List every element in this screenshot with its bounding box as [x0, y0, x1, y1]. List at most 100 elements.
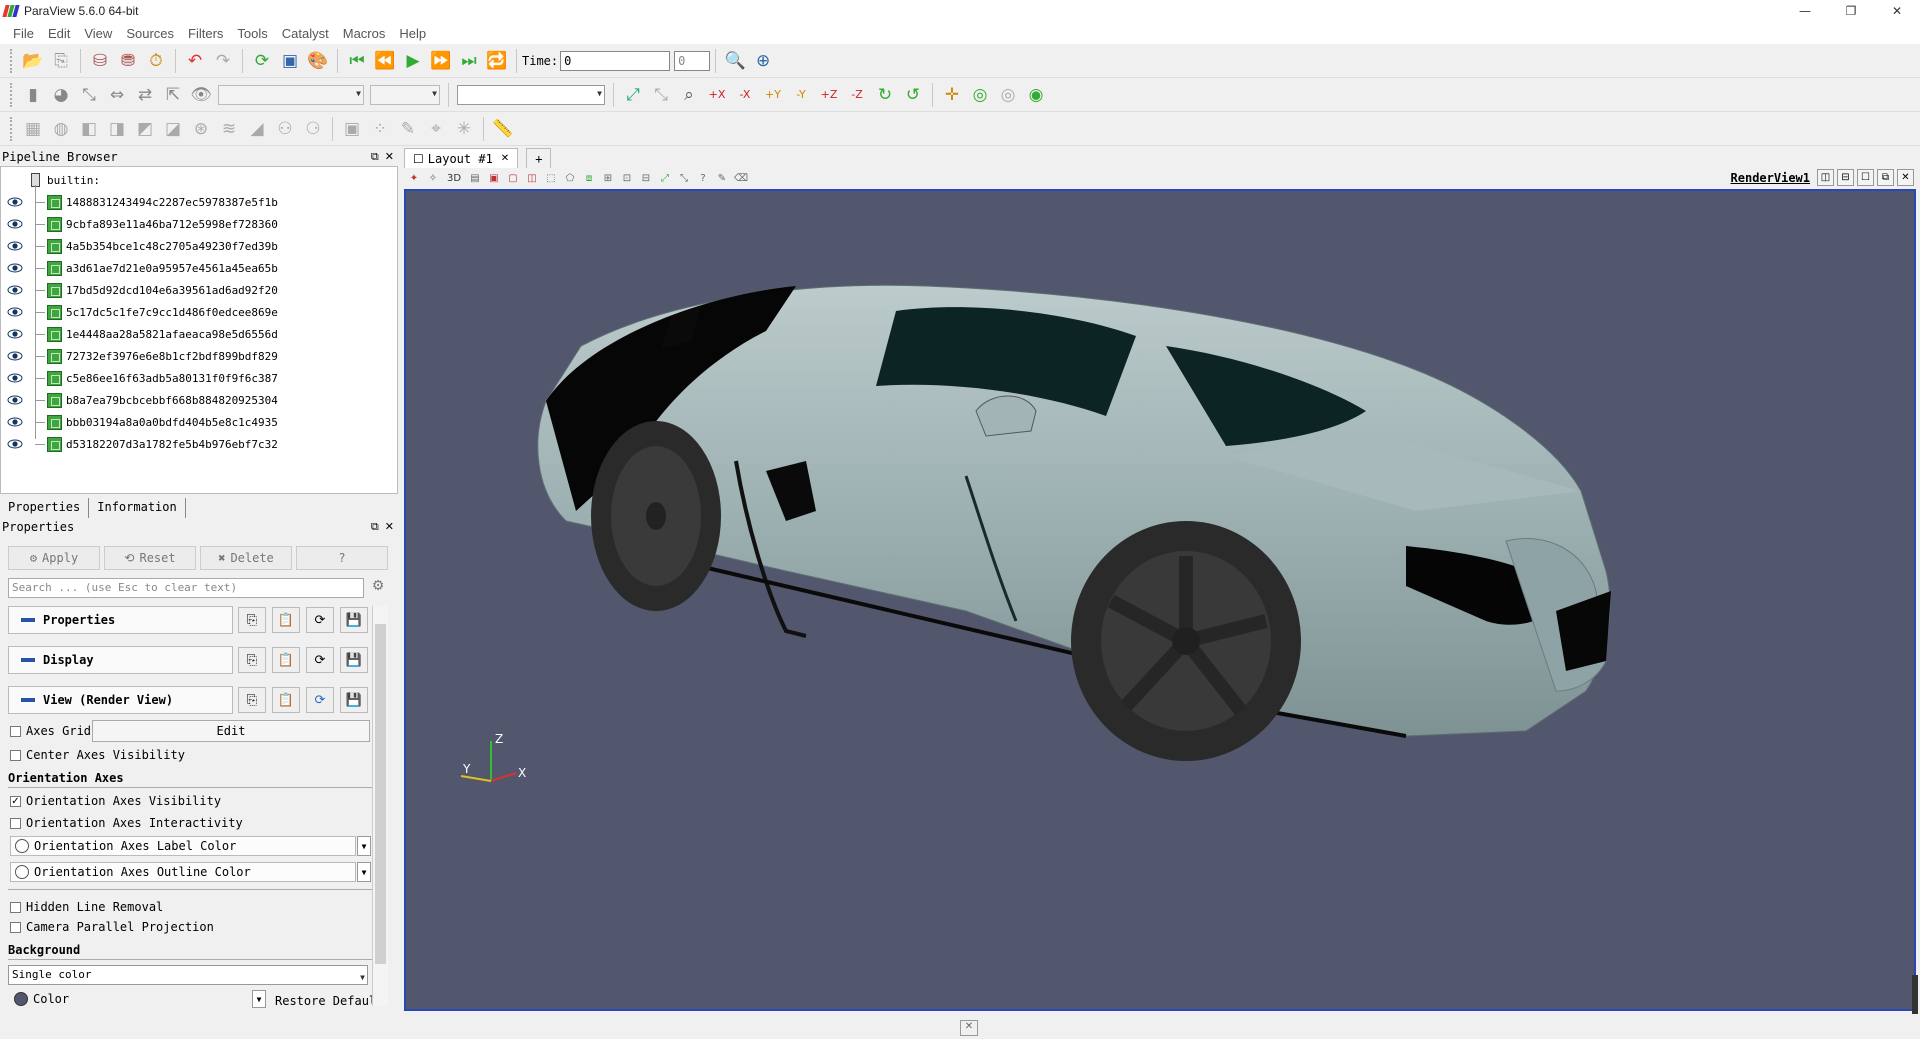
tree-item[interactable]: 17bd5d92dcd104e6a39561ad6ad92f20 [1, 279, 399, 301]
eye-visibility-icon[interactable] [7, 329, 23, 339]
previous-frame-icon[interactable]: ⏪ [371, 47, 399, 75]
eye-visibility-icon[interactable] [7, 439, 23, 449]
copy-icon[interactable]: ⎘ [238, 647, 266, 673]
color-map-icon[interactable]: ◕ [47, 81, 75, 109]
rescale-temporal-icon[interactable]: ⇄ [131, 81, 159, 109]
advanced-gear-icon[interactable]: ⚙ [368, 578, 388, 598]
copy-icon[interactable]: ⎘ [238, 687, 266, 713]
section-properties[interactable]: Properties [8, 606, 233, 634]
autoapply-icon[interactable]: ⏱ [142, 47, 170, 75]
slice-icon[interactable]: ◨ [103, 115, 131, 143]
reset-button[interactable]: ⟲ Reset [104, 546, 196, 570]
grow-selection-icon[interactable]: ⤢ [657, 171, 673, 187]
eye-visibility-icon[interactable] [7, 417, 23, 427]
view-plus-y-icon[interactable]: +Y [759, 81, 787, 109]
reset-center-icon[interactable]: ◎ [994, 81, 1022, 109]
menu-file[interactable]: File [6, 26, 41, 41]
view-minus-z-icon[interactable]: -Z [843, 81, 871, 109]
probe-icon[interactable]: ⌖ [422, 115, 450, 143]
last-frame-icon[interactable]: ⏭ [455, 47, 483, 75]
reload-icon[interactable]: ⟳ [306, 687, 334, 713]
tab-properties[interactable]: Properties [0, 498, 90, 518]
save-icon[interactable]: 💾 [340, 687, 368, 713]
tab-information[interactable]: Information [89, 498, 186, 518]
background-color-swatch-icon[interactable] [14, 992, 28, 1006]
threshold-icon[interactable]: ◩ [131, 115, 159, 143]
save-icon[interactable]: 💾 [340, 607, 368, 633]
mode-3d-toggle[interactable]: 3D [444, 171, 464, 187]
axes-grid-checkbox[interactable] [10, 726, 21, 737]
tree-item[interactable]: 1e4448aa28a5821afaeaca98e5d6556d [1, 323, 399, 345]
clip-icon[interactable]: ◧ [75, 115, 103, 143]
output-messages-icon[interactable]: ✕ [960, 1020, 978, 1036]
ruler-icon[interactable]: 📏 [489, 115, 517, 143]
extract-subset-icon[interactable]: ◪ [159, 115, 187, 143]
orientation-label-color-dropdown[interactable]: ▼ [357, 836, 371, 856]
view-minus-y-icon[interactable]: -Y [787, 81, 815, 109]
center-axes-checkbox[interactable] [10, 750, 21, 761]
tree-item[interactable]: 4a5b354bce1c48c2705a49230f7ed39b [1, 235, 399, 257]
maximize-icon[interactable]: ☐ [1857, 169, 1874, 186]
reload-icon[interactable]: ⟳ [306, 647, 334, 673]
play-icon[interactable]: ▶ [399, 47, 427, 75]
clear-selection-icon[interactable]: ⌫ [733, 171, 749, 187]
first-frame-icon[interactable]: ⏮ [343, 47, 371, 75]
close-panel-icon[interactable]: ✕ [385, 150, 394, 164]
camera-icon[interactable]: ▣ [276, 47, 304, 75]
view-plus-z-icon[interactable]: +Z [815, 81, 843, 109]
float-icon[interactable]: ⧉ [371, 520, 379, 534]
group-datasets-icon[interactable]: ⚇ [271, 115, 299, 143]
menu-macros[interactable]: Macros [336, 26, 393, 41]
find-data-icon[interactable]: 🔍 [721, 47, 749, 75]
eye-visibility-icon[interactable] [7, 219, 23, 229]
undo-icon[interactable]: ↶ [181, 47, 209, 75]
tree-item[interactable]: 72732ef3976e6e8b1cf2bdf899bdf829 [1, 345, 399, 367]
edit-selection-icon[interactable]: ✎ [714, 171, 730, 187]
restore-button[interactable]: ❐ [1828, 0, 1874, 22]
tree-item[interactable]: 5c17dc5c1fe7c9cc1d486f0edcee869e [1, 301, 399, 323]
menu-edit[interactable]: Edit [41, 26, 77, 41]
tab-layout-1[interactable]: ☐ Layout #1 ✕ [404, 148, 519, 168]
calculator-icon[interactable]: ▦ [19, 115, 47, 143]
orientation-label-color-button[interactable]: Orientation Axes Label Color [10, 836, 356, 856]
eye-visibility-icon[interactable] [7, 285, 23, 295]
palette-icon[interactable]: 🎨 [304, 47, 332, 75]
search-input[interactable]: Search ... (use Esc to clear text) [8, 578, 364, 598]
section-view[interactable]: View (Render View) [8, 686, 233, 714]
hover-cells-icon[interactable]: ⊟ [638, 171, 654, 187]
close-view-icon[interactable]: ✕ [1897, 169, 1914, 186]
help-button[interactable]: ? [296, 546, 388, 570]
properties-scrollbar[interactable] [372, 606, 388, 1006]
disconnect-icon[interactable]: ⛃ [114, 47, 142, 75]
zoom-to-box-icon[interactable]: ⌕ [675, 81, 703, 109]
hidden-line-checkbox[interactable] [10, 902, 21, 913]
query-icon[interactable]: ? [695, 171, 711, 187]
background-color-dropdown[interactable]: ▼ [252, 990, 266, 1008]
section-display[interactable]: Display [8, 646, 233, 674]
save-icon[interactable]: 💾 [340, 647, 368, 673]
select-surface-cells-icon[interactable]: ▣ [486, 171, 502, 187]
select-frustum-cells-icon[interactable]: ◫ [524, 171, 540, 187]
rescale-custom-icon[interactable]: ⇔ [103, 81, 131, 109]
visibility-icon[interactable]: 👁 [187, 81, 215, 109]
tree-item[interactable]: a3d61ae7d21e0a95957e4561a45ea65b [1, 257, 399, 279]
save-state-icon[interactable]: ⎘ [47, 47, 75, 75]
render-view[interactable]: Z Y X [404, 189, 1916, 1011]
capture-icon[interactable]: ✦ [406, 171, 422, 187]
menu-sources[interactable]: Sources [119, 26, 181, 41]
contour-icon[interactable]: ◍ [47, 115, 75, 143]
interactive-center-icon[interactable]: ◉ [1022, 81, 1050, 109]
representation-combo[interactable] [457, 84, 605, 105]
rotate-plus-90-icon[interactable]: ↻ [871, 81, 899, 109]
star-icon[interactable]: ✳ [450, 115, 478, 143]
extract-level-icon[interactable]: ⚆ [299, 115, 327, 143]
eye-visibility-icon[interactable] [7, 351, 23, 361]
reload-icon[interactable]: ⟳ [306, 607, 334, 633]
coloring-combo[interactable] [218, 84, 364, 105]
loop-icon[interactable]: 🔁 [483, 47, 511, 75]
rotate-minus-90-icon[interactable]: ↺ [899, 81, 927, 109]
scrollbar-thumb[interactable] [375, 624, 386, 964]
hover-points-icon[interactable]: ⊡ [619, 171, 635, 187]
color-legend-icon[interactable]: ▮ [19, 81, 47, 109]
tree-root[interactable]: builtin: [1, 169, 399, 191]
